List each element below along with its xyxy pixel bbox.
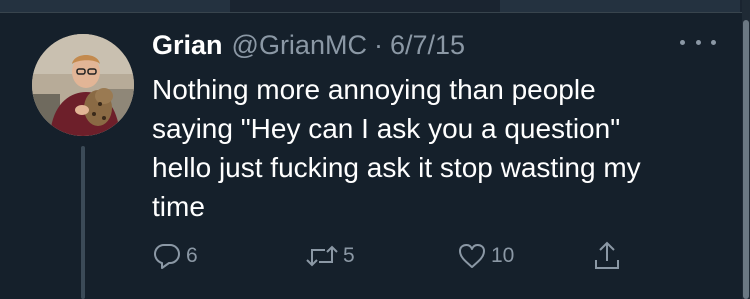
tweet-date[interactable]: 6/7/15 <box>390 30 465 61</box>
heart-icon <box>459 244 485 268</box>
avatar-photo <box>32 34 134 136</box>
share-upload-icon <box>595 241 619 269</box>
scrollbar-thumb[interactable] <box>743 20 749 299</box>
retweet-icon <box>306 245 338 267</box>
tweet-text: Nothing more annoying than people saying… <box>152 74 641 222</box>
retweet-button[interactable]: 5 <box>305 238 355 274</box>
author-handle[interactable]: @GrianMC <box>232 30 367 61</box>
header-separator: · <box>373 30 383 60</box>
reply-button[interactable]: 6 <box>152 238 198 274</box>
tweet-view: Grian @GrianMC · 6/7/15 Nothing more ann… <box>0 0 750 299</box>
more-horizontal-icon[interactable] <box>680 32 716 52</box>
avatar[interactable] <box>32 34 134 136</box>
like-button[interactable]: 10 <box>457 238 514 274</box>
retweet-count: 5 <box>343 244 355 267</box>
like-count: 10 <box>491 244 515 267</box>
share-button[interactable] <box>592 238 622 274</box>
tweet-header: Grian @GrianMC · 6/7/15 <box>152 30 465 70</box>
reply-count: 6 <box>186 244 198 267</box>
scrollbar[interactable] <box>742 0 750 299</box>
tweet-actions: 6 5 10 <box>152 238 632 274</box>
reply-bubble-icon <box>154 244 180 269</box>
author-name[interactable]: Grian <box>152 30 223 61</box>
thread-connector-line <box>81 146 85 299</box>
previous-tweet-edge <box>0 0 750 13</box>
